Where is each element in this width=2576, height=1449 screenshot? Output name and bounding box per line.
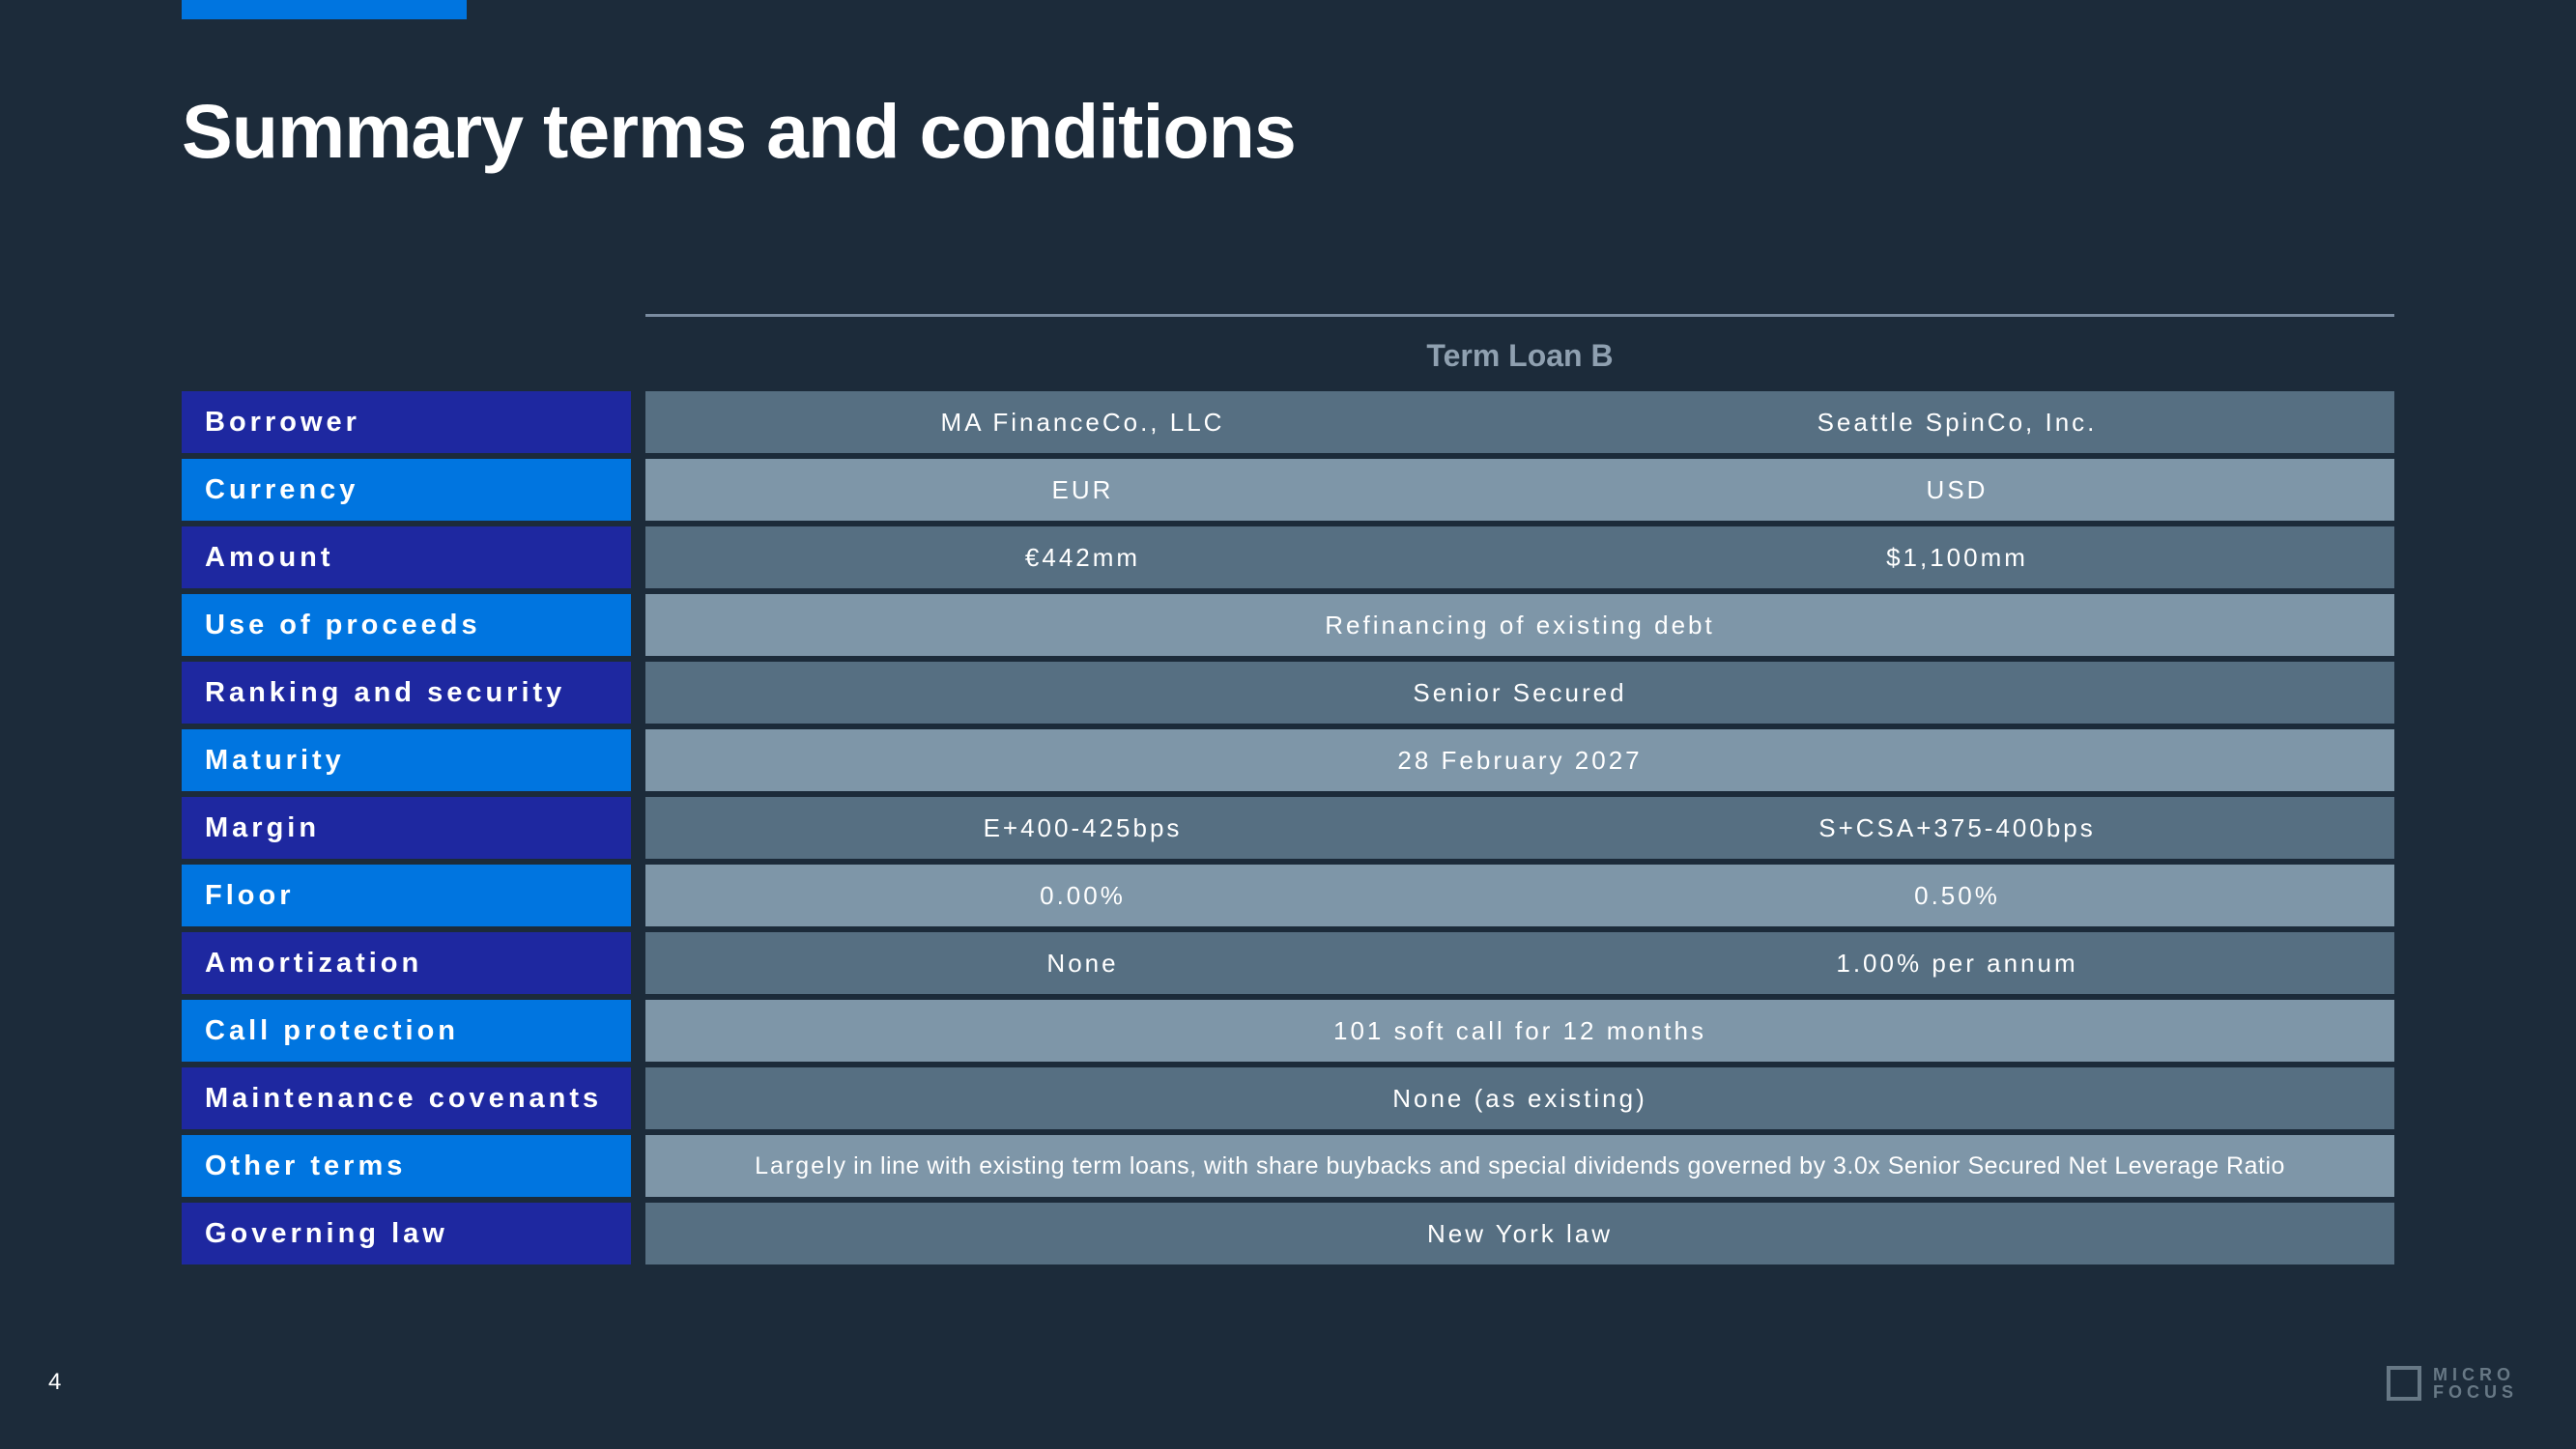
row-value-left: €442mm bbox=[645, 526, 1520, 588]
row-value: New York law bbox=[645, 1203, 2394, 1264]
other-terms-text: in line with existing term loans, with s… bbox=[853, 1152, 2285, 1180]
column-header: Term Loan B bbox=[645, 338, 2394, 374]
table-row: Call protection101 soft call for 12 mont… bbox=[182, 1000, 2394, 1062]
accent-bar bbox=[182, 0, 467, 19]
table-row: AmortizationNone1.00% per annum bbox=[182, 932, 2394, 994]
row-value-left: None bbox=[645, 932, 1520, 994]
row-value-right: Seattle SpinCo, Inc. bbox=[1520, 391, 2394, 453]
table-row: Other termsLargelyin line with existing … bbox=[182, 1135, 2394, 1197]
table-row: Amount€442mm$1,100mm bbox=[182, 526, 2394, 588]
row-label: Other terms bbox=[182, 1135, 631, 1197]
header-divider bbox=[645, 314, 2394, 317]
table-row: BorrowerMA FinanceCo., LLCSeattle SpinCo… bbox=[182, 391, 2394, 453]
row-value: 101 soft call for 12 months bbox=[645, 1000, 2394, 1062]
logo: MICRO FOCUS bbox=[2387, 1366, 2518, 1401]
row-label: Governing law bbox=[182, 1203, 631, 1264]
logo-line1: MICRO bbox=[2433, 1366, 2518, 1383]
page-title: Summary terms and conditions bbox=[182, 87, 1296, 176]
row-value-right: 1.00% per annum bbox=[1520, 932, 2394, 994]
row-label: Use of proceeds bbox=[182, 594, 631, 656]
logo-line2: FOCUS bbox=[2433, 1383, 2518, 1401]
row-value: Largelyin line with existing term loans,… bbox=[645, 1135, 2394, 1197]
row-label: Maturity bbox=[182, 729, 631, 791]
row-value: Senior Secured bbox=[645, 662, 2394, 724]
table-row: Maturity28 February 2027 bbox=[182, 729, 2394, 791]
table-row: Floor0.00%0.50% bbox=[182, 865, 2394, 926]
table-row: Use of proceedsRefinancing of existing d… bbox=[182, 594, 2394, 656]
page-number: 4 bbox=[48, 1369, 61, 1396]
table-row: Maintenance covenantsNone (as existing) bbox=[182, 1067, 2394, 1129]
row-label: Ranking and security bbox=[182, 662, 631, 724]
row-value: 28 February 2027 bbox=[645, 729, 2394, 791]
table-row: CurrencyEURUSD bbox=[182, 459, 2394, 521]
row-label: Amortization bbox=[182, 932, 631, 994]
row-value-right: USD bbox=[1520, 459, 2394, 521]
row-label: Margin bbox=[182, 797, 631, 859]
row-label: Maintenance covenants bbox=[182, 1067, 631, 1129]
table-row: Ranking and securitySenior Secured bbox=[182, 662, 2394, 724]
other-terms-prefix: Largely bbox=[755, 1152, 847, 1180]
row-label: Call protection bbox=[182, 1000, 631, 1062]
row-value: None (as existing) bbox=[645, 1067, 2394, 1129]
logo-text: MICRO FOCUS bbox=[2433, 1366, 2518, 1401]
row-label: Borrower bbox=[182, 391, 631, 453]
row-value-right: S+CSA+375-400bps bbox=[1520, 797, 2394, 859]
row-value: Refinancing of existing debt bbox=[645, 594, 2394, 656]
row-value-right: $1,100mm bbox=[1520, 526, 2394, 588]
table-row: MarginE+400-425bpsS+CSA+375-400bps bbox=[182, 797, 2394, 859]
row-label: Floor bbox=[182, 865, 631, 926]
row-value-left: E+400-425bps bbox=[645, 797, 1520, 859]
row-value-left: EUR bbox=[645, 459, 1520, 521]
row-value-left: MA FinanceCo., LLC bbox=[645, 391, 1520, 453]
row-value-right: 0.50% bbox=[1520, 865, 2394, 926]
rows-container: BorrowerMA FinanceCo., LLCSeattle SpinCo… bbox=[182, 391, 2394, 1270]
row-value-left: 0.00% bbox=[645, 865, 1520, 926]
row-label: Currency bbox=[182, 459, 631, 521]
table-row: Governing lawNew York law bbox=[182, 1203, 2394, 1264]
row-label: Amount bbox=[182, 526, 631, 588]
logo-square-icon bbox=[2387, 1366, 2421, 1401]
